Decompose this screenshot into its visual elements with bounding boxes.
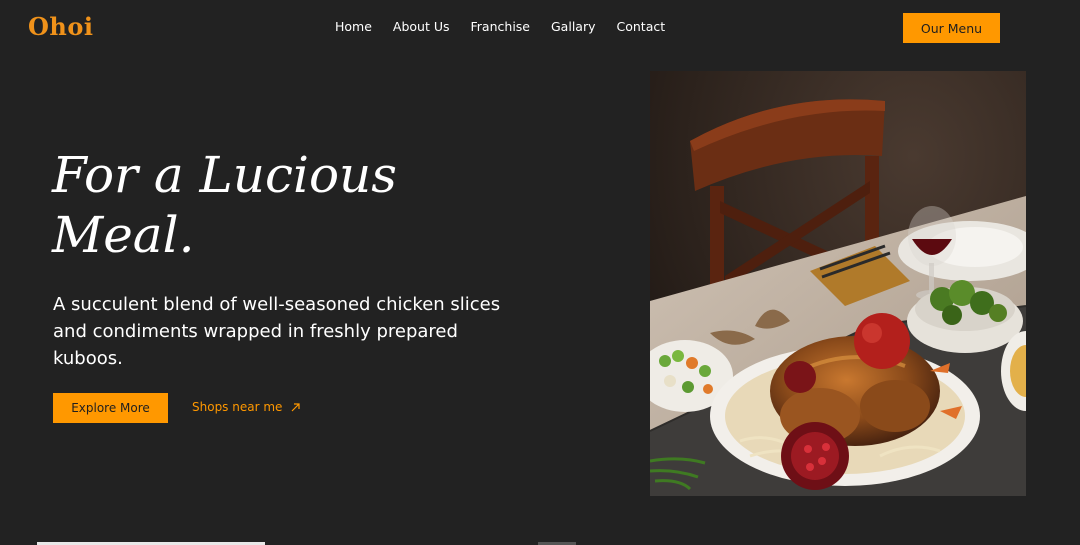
brand-logo[interactable]: Ohoi bbox=[28, 12, 93, 41]
nav-item-home[interactable]: Home bbox=[335, 19, 372, 34]
nav-item-franchise[interactable]: Franchise bbox=[471, 19, 530, 34]
hero-headline-line-1: For a Lucious bbox=[52, 146, 397, 204]
hero-food-photo bbox=[650, 71, 1026, 496]
nav-item-gallary[interactable]: Gallary bbox=[551, 19, 596, 34]
nav-item-contact[interactable]: Contact bbox=[617, 19, 666, 34]
arrow-up-right-icon bbox=[291, 402, 301, 411]
main-nav: Home About Us Franchise Gallary Contact bbox=[335, 19, 665, 34]
shops-near-me-link[interactable]: Shops near me bbox=[192, 400, 301, 414]
hero-headline: For a Lucious Meal. bbox=[52, 145, 572, 265]
explore-more-button[interactable]: Explore More bbox=[53, 393, 168, 423]
hero-description: A succulent blend of well-seasoned chick… bbox=[53, 294, 501, 369]
top-navigation-bar: Ohoi Home About Us Franchise Gallary Con… bbox=[0, 0, 1080, 56]
our-menu-button[interactable]: Our Menu bbox=[903, 13, 1000, 43]
nav-item-about-us[interactable]: About Us bbox=[393, 19, 450, 34]
hero-headline-line-2: Meal. bbox=[52, 206, 195, 264]
shops-near-me-label: Shops near me bbox=[192, 400, 283, 414]
